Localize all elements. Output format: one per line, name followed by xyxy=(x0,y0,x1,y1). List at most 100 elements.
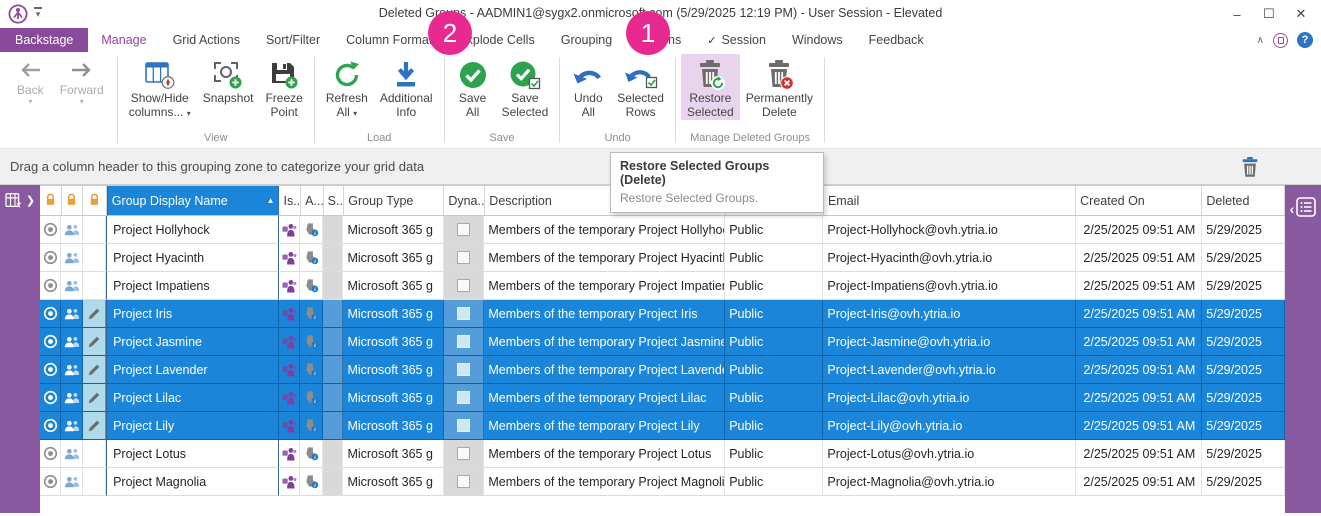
row-target-icon[interactable] xyxy=(43,222,58,237)
additional-info-button[interactable]: Additional Info xyxy=(374,54,439,120)
tab-session[interactable]: ✓Session xyxy=(694,28,779,52)
table-row[interactable]: Project LotusiMicrosoft 365 gMembers of … xyxy=(40,440,1285,468)
lock-column-header-2[interactable] xyxy=(62,186,84,216)
row-target-icon[interactable] xyxy=(43,474,58,489)
save-selected-button[interactable]: Save Selected xyxy=(496,54,555,120)
column-header-dynamic[interactable]: Dyna... xyxy=(444,186,485,216)
row-members-icon[interactable] xyxy=(64,279,80,292)
freeze-point-button[interactable]: Freeze Point xyxy=(259,54,308,120)
column-header-a[interactable]: A... xyxy=(301,186,324,216)
table-row[interactable]: Project HyacinthiMicrosoft 365 gMembers … xyxy=(40,244,1285,272)
column-header-deleted[interactable]: Deleted xyxy=(1202,186,1285,216)
grid-actions-corner-icon[interactable]: ❯ xyxy=(0,185,40,216)
dynamic-membership-checkbox[interactable] xyxy=(457,335,470,348)
row-target-icon[interactable] xyxy=(43,278,58,293)
tab-grouping[interactable]: Grouping xyxy=(548,28,625,52)
dynamic-membership-checkbox[interactable] xyxy=(457,279,470,292)
dynamic-membership-checkbox[interactable] xyxy=(457,475,470,488)
cell-dynamic xyxy=(444,384,485,412)
table-row[interactable]: Project LilyiMicrosoft 365 gMembers of t… xyxy=(40,412,1285,440)
row-members-icon[interactable] xyxy=(64,335,80,348)
cell-dynamic xyxy=(444,468,485,496)
cell: i xyxy=(300,468,322,496)
flyout-list-icon[interactable] xyxy=(1296,197,1316,220)
row-target-icon[interactable] xyxy=(43,362,58,377)
table-row[interactable]: Project IrisiMicrosoft 365 gMembers of t… xyxy=(40,300,1285,328)
minimize-button[interactable]: – xyxy=(1221,0,1253,28)
table-row[interactable]: Project ImpatiensiMicrosoft 365 gMembers… xyxy=(40,272,1285,300)
row-edit-pencil-icon[interactable] xyxy=(87,363,101,377)
row-members-icon[interactable] xyxy=(64,447,80,460)
lock-column-header-3[interactable] xyxy=(83,186,107,216)
tab-grid-actions[interactable]: Grid Actions xyxy=(160,28,253,52)
dynamic-membership-checkbox[interactable] xyxy=(457,419,470,432)
additional-info-loaded-icon: i xyxy=(304,250,319,265)
row-members-icon[interactable] xyxy=(64,363,80,376)
row-edit-pencil-icon[interactable] xyxy=(87,419,101,433)
row-members-icon[interactable] xyxy=(64,223,80,236)
table-row[interactable]: Project MagnoliaiMicrosoft 365 gMembers … xyxy=(40,468,1285,496)
row-target-icon[interactable] xyxy=(43,250,58,265)
grid-right-flyout[interactable]: ‹ xyxy=(1285,185,1321,513)
table-row[interactable]: Project HollyhockiMicrosoft 365 gMembers… xyxy=(40,216,1285,244)
cell xyxy=(40,356,61,384)
row-edit-pencil-icon[interactable] xyxy=(87,335,101,349)
undo-selected-rows-button[interactable]: Selected Rows xyxy=(611,54,670,120)
show-hide-columns-button[interactable]: Show/Hide columns... ▾ xyxy=(123,54,197,122)
row-members-icon[interactable] xyxy=(64,475,80,488)
column-header-group-display-name[interactable]: Group Display Name▲ xyxy=(107,186,280,216)
dynamic-membership-checkbox[interactable] xyxy=(457,363,470,376)
session-badge-icon[interactable] xyxy=(1273,33,1288,48)
dynamic-membership-checkbox[interactable] xyxy=(457,391,470,404)
flyout-chevron-icon[interactable]: ‹ xyxy=(1290,201,1295,217)
column-header-is[interactable]: Is... xyxy=(279,186,301,216)
maximize-button[interactable]: ☐ xyxy=(1253,0,1285,28)
column-header-email[interactable]: Email xyxy=(824,186,1076,216)
save-all-button[interactable]: Save All xyxy=(450,54,496,120)
row-target-icon[interactable] xyxy=(43,418,58,433)
column-header-s[interactable]: S... xyxy=(324,186,345,216)
lock-column-header-1[interactable] xyxy=(40,186,62,216)
undo-all-button[interactable]: Undo All xyxy=(565,54,611,120)
row-edit-pencil-icon[interactable] xyxy=(87,307,101,321)
tab-backstage[interactable]: Backstage xyxy=(0,28,88,52)
tab-windows[interactable]: Windows xyxy=(779,28,856,52)
permanently-delete-button[interactable]: Permanently Delete xyxy=(740,54,819,120)
close-button[interactable]: ✕ xyxy=(1285,0,1317,28)
row-members-icon[interactable] xyxy=(64,251,80,264)
table-row[interactable]: Project JasmineiMicrosoft 365 gMembers o… xyxy=(40,328,1285,356)
dynamic-membership-checkbox[interactable] xyxy=(457,251,470,264)
row-members-icon[interactable] xyxy=(64,419,80,432)
column-header-group-type[interactable]: Group Type xyxy=(344,186,444,216)
restore-selected-button[interactable]: Restore Selected xyxy=(681,54,740,120)
help-icon[interactable]: ? xyxy=(1297,32,1313,48)
cell xyxy=(279,384,300,412)
column-header-created-on[interactable]: Created On xyxy=(1076,186,1202,216)
row-target-icon[interactable] xyxy=(43,334,58,349)
row-members-icon[interactable] xyxy=(64,391,80,404)
row-edit-pencil-icon[interactable] xyxy=(87,391,101,405)
collapse-ribbon-icon[interactable]: ∧ xyxy=(1257,35,1264,46)
forward-button[interactable]: Forward ▾ xyxy=(52,54,112,107)
refresh-all-button[interactable]: Refresh All ▾ xyxy=(320,54,374,122)
snapshot-label: Snapshot xyxy=(203,91,254,105)
back-button[interactable]: Back ▾ xyxy=(9,54,52,107)
tab-feedback[interactable]: Feedback xyxy=(856,28,937,52)
dynamic-membership-checkbox[interactable] xyxy=(457,447,470,460)
dynamic-membership-checkbox[interactable] xyxy=(457,307,470,320)
dynamic-membership-checkbox[interactable] xyxy=(457,223,470,236)
table-row[interactable]: Project LilaciMicrosoft 365 gMembers of … xyxy=(40,384,1285,412)
table-row[interactable]: Project LavenderiMicrosoft 365 gMembers … xyxy=(40,356,1285,384)
row-target-icon[interactable] xyxy=(43,390,58,405)
cell xyxy=(40,440,61,468)
cell-group-type: Microsoft 365 g xyxy=(343,468,443,496)
grid-left-panel[interactable]: ❯ xyxy=(0,185,40,513)
row-members-icon[interactable] xyxy=(64,307,80,320)
additional-info-loaded-icon: i xyxy=(304,306,319,321)
tab-manage[interactable]: Manage xyxy=(88,28,159,52)
row-target-icon[interactable] xyxy=(43,446,58,461)
grouping-trash-icon[interactable] xyxy=(1239,156,1261,183)
tab-sort-filter[interactable]: Sort/Filter xyxy=(253,28,333,52)
snapshot-button[interactable]: Snapshot xyxy=(197,54,260,106)
row-target-icon[interactable] xyxy=(43,306,58,321)
